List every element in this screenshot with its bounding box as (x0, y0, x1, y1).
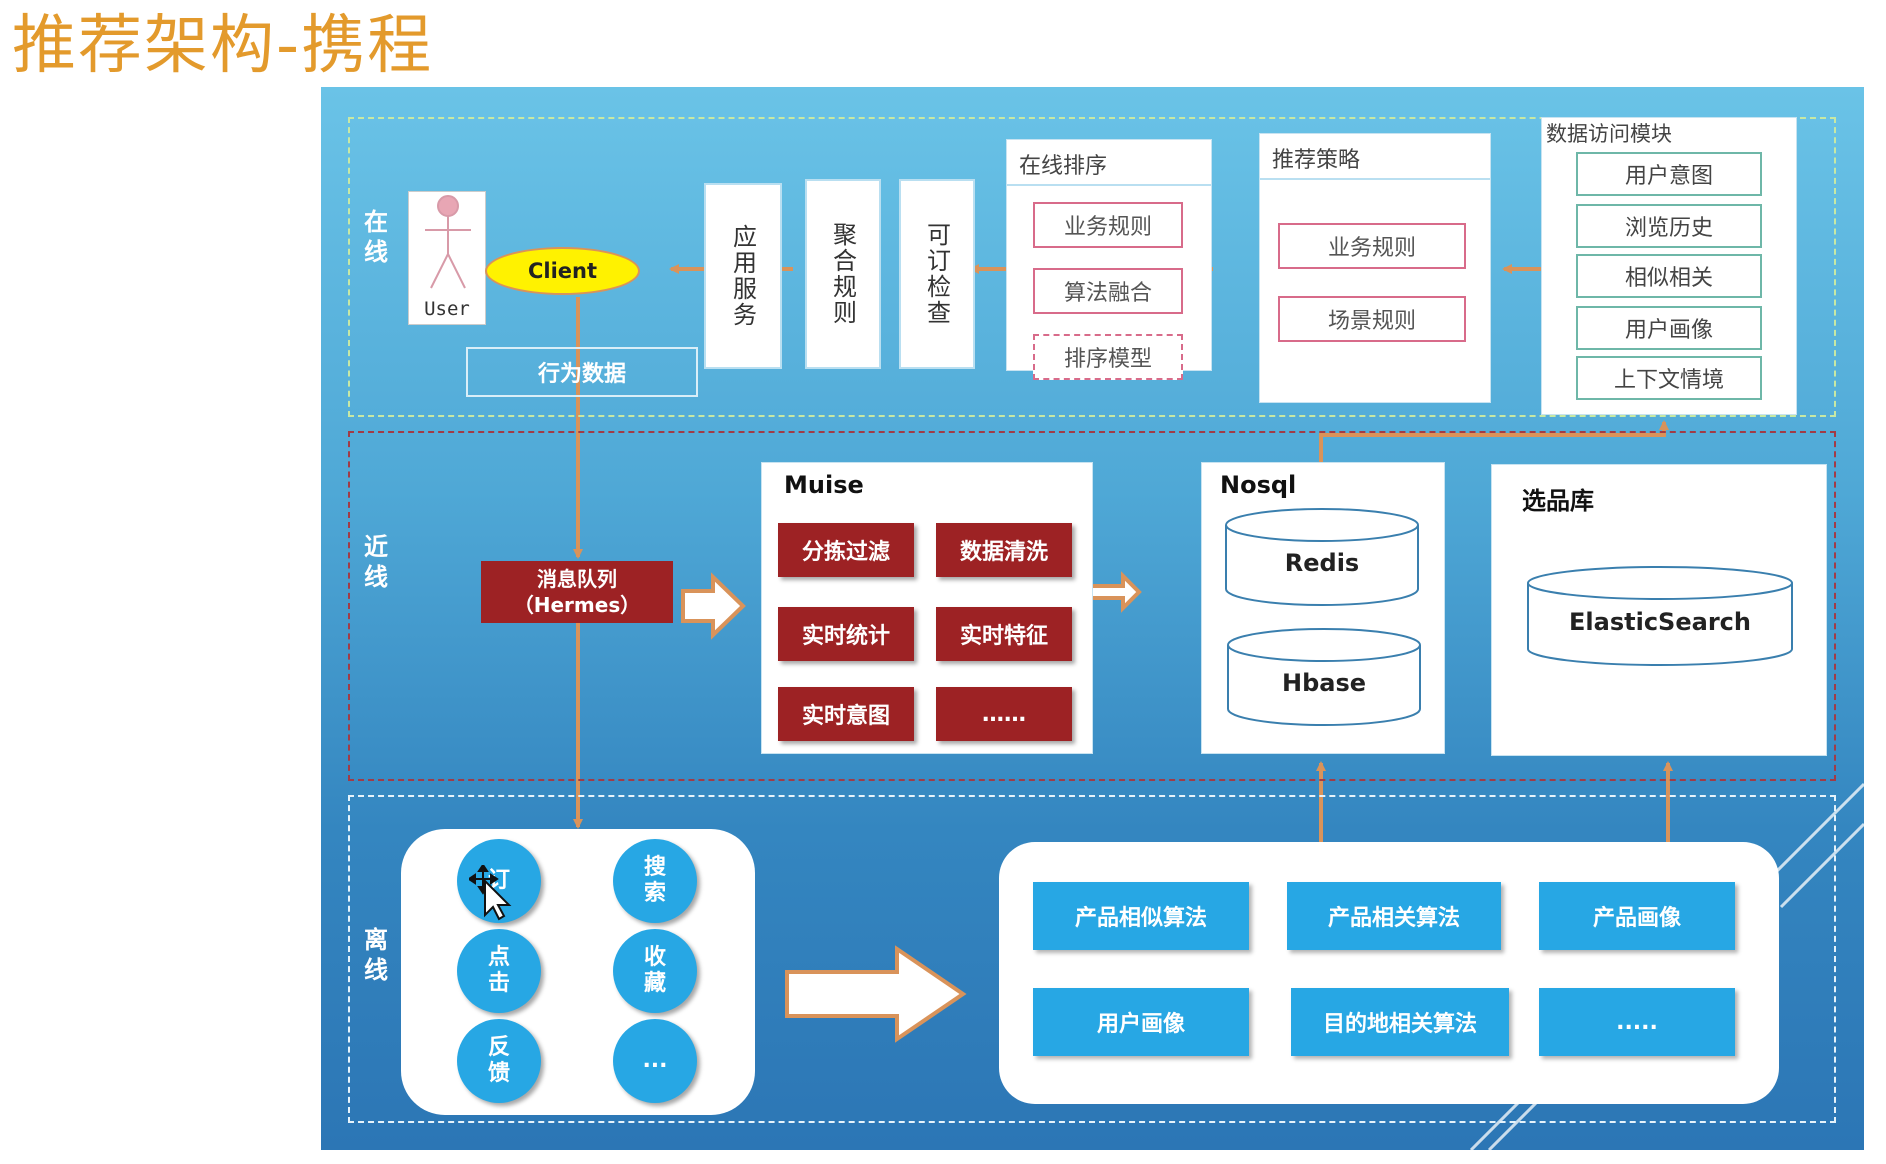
algorithm-item: 产品相似算法 (1033, 882, 1249, 950)
behavior-data-box: 行为数据 (466, 347, 698, 397)
data-access-item: 相似相关 (1576, 254, 1762, 298)
message-queue-hermes: 消息队列 （Hermes） (481, 561, 673, 623)
move-cursor-icon (469, 865, 512, 921)
selection-library-panel: 选品库 ElasticSearch (1491, 464, 1827, 756)
user-figure-icon (425, 195, 471, 289)
algorithm-item: 用户画像 (1033, 988, 1249, 1056)
hbase-db: Hbase (1281, 669, 1367, 697)
nosql-cylinders (1225, 508, 1421, 726)
offline-algorithms-panel: 产品相似算法 产品相关算法 产品画像 用户画像 目的地相关算法 ..... (999, 842, 1779, 1104)
strategy-item: 业务规则 (1278, 223, 1466, 269)
aggregation-rules-box: 聚合规则 (805, 179, 881, 369)
algorithm-item: ..... (1539, 988, 1735, 1056)
redis-db: Redis (1284, 549, 1360, 577)
event-circle: 反馈 (457, 1019, 541, 1103)
algorithm-item: 产品画像 (1539, 882, 1735, 950)
client-node: Client (485, 247, 640, 295)
user-events-panel: 订 搜索 点击 收藏 反馈 ... (401, 829, 755, 1115)
zone-label-online: 在线 (364, 208, 388, 266)
ranking-item: 排序模型 (1033, 334, 1183, 380)
muise-item: 实时特征 (936, 607, 1072, 661)
data-access-panel: 数据访问模块 用户意图 浏览历史 相似相关 用户画像 上下文情境 (1541, 117, 1797, 415)
zone-label-nearline: 近线 (364, 533, 388, 591)
data-access-item: 用户意图 (1576, 152, 1762, 196)
algorithm-item: 目的地相关算法 (1291, 988, 1509, 1056)
muise-item: 实时意图 (778, 687, 914, 741)
muise-title: Muise (784, 471, 864, 499)
elasticsearch-db: ElasticSearch (1569, 608, 1751, 636)
data-access-item: 用户画像 (1576, 306, 1762, 350)
data-access-item: 上下文情境 (1576, 356, 1762, 400)
muise-item: 数据清洗 (936, 523, 1072, 577)
muise-item: …… (936, 687, 1072, 741)
bookable-check-box: 可订检查 (899, 179, 975, 369)
recommend-strategy-panel: 推荐策略 业务规则 场景规则 (1259, 133, 1491, 403)
app-service-box: 应用服务 (704, 183, 782, 369)
user-label: User (424, 298, 470, 320)
algorithm-item: 产品相关算法 (1287, 882, 1501, 950)
strategy-item: 场景规则 (1278, 296, 1466, 342)
online-ranking-title: 在线排序 (1007, 140, 1211, 186)
online-ranking-panel: 在线排序 业务规则 算法融合 排序模型 (1006, 139, 1212, 380)
nosql-panel: Nosql Redis Hbase (1201, 462, 1445, 754)
muise-panel: Muise 分拣过滤 数据清洗 实时统计 实时特征 实时意图 …… (761, 462, 1093, 754)
data-access-title: 数据访问模块 (1546, 122, 1672, 146)
event-circle: 收藏 (613, 929, 697, 1013)
event-circle: ... (613, 1019, 697, 1103)
muise-item: 分拣过滤 (778, 523, 914, 577)
user-actor: User (408, 191, 486, 325)
muise-item: 实时统计 (778, 607, 914, 661)
zone-label-offline: 离线 (364, 926, 388, 984)
ranking-item: 业务规则 (1033, 202, 1183, 248)
data-access-item: 浏览历史 (1576, 204, 1762, 248)
page-title: 推荐架构-携程 (12, 9, 434, 83)
architecture-diagram: 在线 近线 离线 User Client 行为数据 应用服务 聚合规则 可订检查 (321, 87, 1864, 1150)
recommend-strategy-title: 推荐策略 (1260, 134, 1490, 180)
event-circle: 点击 (457, 929, 541, 1013)
ranking-item: 算法融合 (1033, 268, 1183, 314)
event-circle: 搜索 (613, 839, 697, 923)
